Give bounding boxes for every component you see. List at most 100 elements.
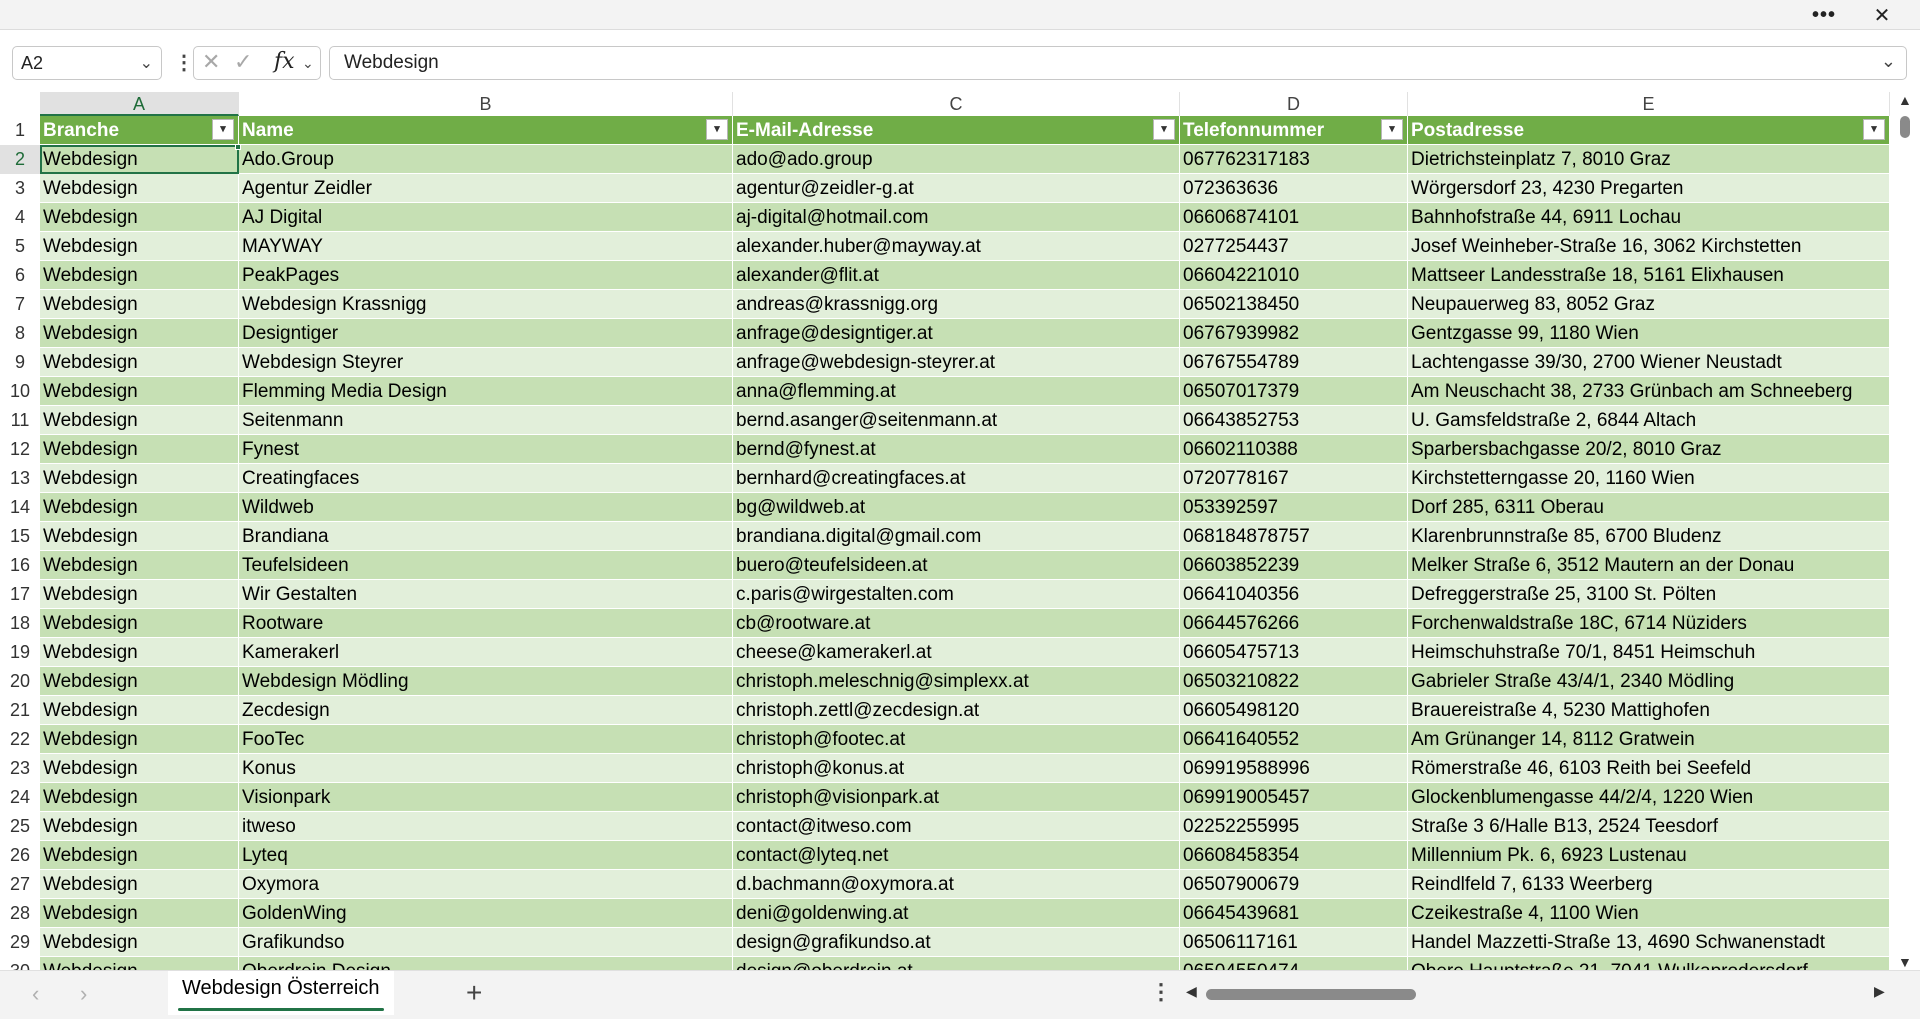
row-number[interactable]: 7 bbox=[0, 290, 40, 319]
row-number[interactable]: 1 bbox=[0, 116, 40, 145]
cell-a[interactable]: Webdesign bbox=[40, 754, 239, 783]
vertical-scroll-thumb[interactable] bbox=[1900, 116, 1910, 138]
cell-b[interactable]: Webdesign Mödling bbox=[239, 667, 733, 696]
row-number[interactable]: 16 bbox=[0, 551, 40, 580]
cell-d[interactable]: 06507017379 bbox=[1180, 377, 1408, 406]
cell-a[interactable]: Webdesign bbox=[40, 203, 239, 232]
cell-a[interactable]: Webdesign bbox=[40, 290, 239, 319]
cell-d[interactable]: 0277254437 bbox=[1180, 232, 1408, 261]
cell-a[interactable]: Webdesign bbox=[40, 174, 239, 203]
cell-b[interactable]: Ado.Group bbox=[239, 145, 733, 174]
cell-a[interactable]: Webdesign bbox=[40, 899, 239, 928]
row-number[interactable]: 27 bbox=[0, 870, 40, 899]
cell-b[interactable]: Teufelsideen bbox=[239, 551, 733, 580]
cell-c[interactable]: bg@wildweb.at bbox=[733, 493, 1180, 522]
cell-a[interactable]: Webdesign bbox=[40, 348, 239, 377]
more-options-icon[interactable]: ••• bbox=[1802, 0, 1846, 30]
row-number[interactable]: 4 bbox=[0, 203, 40, 232]
cell-c[interactable]: andreas@krassnigg.org bbox=[733, 290, 1180, 319]
cell-c[interactable]: contact@lyteq.net bbox=[733, 841, 1180, 870]
cell-b[interactable]: Konus bbox=[239, 754, 733, 783]
row-number[interactable]: 23 bbox=[0, 754, 40, 783]
header-cell-branche[interactable]: Branche ▾ bbox=[40, 116, 239, 145]
cell-c[interactable]: design@grafikundso.at bbox=[733, 928, 1180, 957]
row-number[interactable]: 25 bbox=[0, 812, 40, 841]
cell-c[interactable]: anna@flemming.at bbox=[733, 377, 1180, 406]
cell-b[interactable]: FooTec bbox=[239, 725, 733, 754]
cell-a[interactable]: Webdesign bbox=[40, 580, 239, 609]
row-number[interactable]: 12 bbox=[0, 435, 40, 464]
row-number[interactable]: 20 bbox=[0, 667, 40, 696]
cell-b[interactable]: Wir Gestalten bbox=[239, 580, 733, 609]
cell-d[interactable]: 068184878757 bbox=[1180, 522, 1408, 551]
cell-e[interactable]: Obere Hauptstraße 21, 7041 Wulkaprodersd… bbox=[1408, 957, 1890, 970]
cell-e[interactable]: Millennium Pk. 6, 6923 Lustenau bbox=[1408, 841, 1890, 870]
cell-b[interactable]: Creatingfaces bbox=[239, 464, 733, 493]
scroll-right-icon[interactable]: ▶ bbox=[1874, 983, 1885, 1000]
row-number[interactable]: 17 bbox=[0, 580, 40, 609]
cell-c[interactable]: design@oberdrein.at bbox=[733, 957, 1180, 970]
cell-b[interactable]: PeakPages bbox=[239, 261, 733, 290]
cell-a[interactable]: Webdesign bbox=[40, 435, 239, 464]
cell-b[interactable]: Webdesign Krassnigg bbox=[239, 290, 733, 319]
cell-b[interactable]: Seitenmann bbox=[239, 406, 733, 435]
horizontal-scroll-thumb[interactable] bbox=[1206, 989, 1416, 1000]
cell-c[interactable]: christoph@footec.at bbox=[733, 725, 1180, 754]
cell-a[interactable]: Webdesign bbox=[40, 841, 239, 870]
cell-b[interactable]: Oxymora bbox=[239, 870, 733, 899]
cell-a[interactable]: Webdesign bbox=[40, 522, 239, 551]
cell-a[interactable]: Webdesign bbox=[40, 667, 239, 696]
cell-e[interactable]: Dorf 285, 6311 Oberau bbox=[1408, 493, 1890, 522]
cell-c[interactable]: agentur@zeidler-g.at bbox=[733, 174, 1180, 203]
cell-e[interactable]: Forchenwaldstraße 18C, 6714 Nüziders bbox=[1408, 609, 1890, 638]
cell-c[interactable]: buero@teufelsideen.at bbox=[733, 551, 1180, 580]
cell-a[interactable]: Webdesign bbox=[40, 696, 239, 725]
cell-a[interactable]: Webdesign bbox=[40, 638, 239, 667]
cell-b[interactable]: Visionpark bbox=[239, 783, 733, 812]
cell-c[interactable]: brandiana.digital@gmail.com bbox=[733, 522, 1180, 551]
fill-handle[interactable] bbox=[235, 144, 241, 150]
cell-d[interactable]: 06643852753 bbox=[1180, 406, 1408, 435]
cell-e[interactable]: Handel Mazzetti-Straße 13, 4690 Schwanen… bbox=[1408, 928, 1890, 957]
row-number[interactable]: 19 bbox=[0, 638, 40, 667]
cell-c[interactable]: christoph@konus.at bbox=[733, 754, 1180, 783]
cell-c[interactable]: bernd.asanger@seitenmann.at bbox=[733, 406, 1180, 435]
row-number[interactable]: 26 bbox=[0, 841, 40, 870]
cell-a[interactable]: Webdesign bbox=[40, 145, 239, 174]
cell-d[interactable]: 069919005457 bbox=[1180, 783, 1408, 812]
cell-c[interactable]: cheese@kamerakerl.at bbox=[733, 638, 1180, 667]
scroll-up-icon[interactable]: ▲ bbox=[1898, 92, 1912, 108]
cell-e[interactable]: Melker Straße 6, 3512 Mautern an der Don… bbox=[1408, 551, 1890, 580]
cell-e[interactable]: Czeikestraße 4, 1100 Wien bbox=[1408, 899, 1890, 928]
cell-e[interactable]: Römerstraße 46, 6103 Reith bei Seefeld bbox=[1408, 754, 1890, 783]
cell-d[interactable]: 06608458354 bbox=[1180, 841, 1408, 870]
row-number[interactable]: 28 bbox=[0, 899, 40, 928]
cell-e[interactable]: Gabrieler Straße 43/4/1, 2340 Mödling bbox=[1408, 667, 1890, 696]
cell-b[interactable]: Kamerakerl bbox=[239, 638, 733, 667]
formula-bar-options-icon[interactable]: ⋮ bbox=[174, 50, 194, 75]
cell-d[interactable]: 069919588996 bbox=[1180, 754, 1408, 783]
check-icon[interactable]: ✓ bbox=[234, 49, 252, 75]
row-number[interactable]: 21 bbox=[0, 696, 40, 725]
chevron-down-icon[interactable]: ⌄ bbox=[140, 53, 153, 73]
cell-b[interactable]: Brandiana bbox=[239, 522, 733, 551]
column-header-c[interactable]: C bbox=[733, 92, 1180, 116]
cell-c[interactable]: alexander@flit.at bbox=[733, 261, 1180, 290]
filter-dropdown-icon[interactable]: ▾ bbox=[212, 119, 234, 140]
cell-b[interactable]: GoldenWing bbox=[239, 899, 733, 928]
cell-b[interactable]: MAYWAY bbox=[239, 232, 733, 261]
cell-a[interactable]: Webdesign bbox=[40, 870, 239, 899]
chevron-left-icon[interactable]: ‹ bbox=[32, 981, 39, 1007]
cell-d[interactable]: 06606874101 bbox=[1180, 203, 1408, 232]
cell-a[interactable]: Webdesign bbox=[40, 812, 239, 841]
sheet-tab-active[interactable]: Webdesign Österreich bbox=[168, 971, 394, 1015]
cell-e[interactable]: Straße 3 6/Halle B13, 2524 Teesdorf bbox=[1408, 812, 1890, 841]
cell-d[interactable]: 06767554789 bbox=[1180, 348, 1408, 377]
add-sheet-icon[interactable]: + bbox=[466, 977, 482, 1009]
cell-c[interactable]: anfrage@webdesign-steyrer.at bbox=[733, 348, 1180, 377]
cell-e[interactable]: Am Grünanger 14, 8112 Gratwein bbox=[1408, 725, 1890, 754]
cell-d[interactable]: 053392597 bbox=[1180, 493, 1408, 522]
row-number[interactable]: 6 bbox=[0, 261, 40, 290]
cancel-icon[interactable]: ✕ bbox=[202, 49, 220, 75]
cell-d[interactable]: 06641640552 bbox=[1180, 725, 1408, 754]
